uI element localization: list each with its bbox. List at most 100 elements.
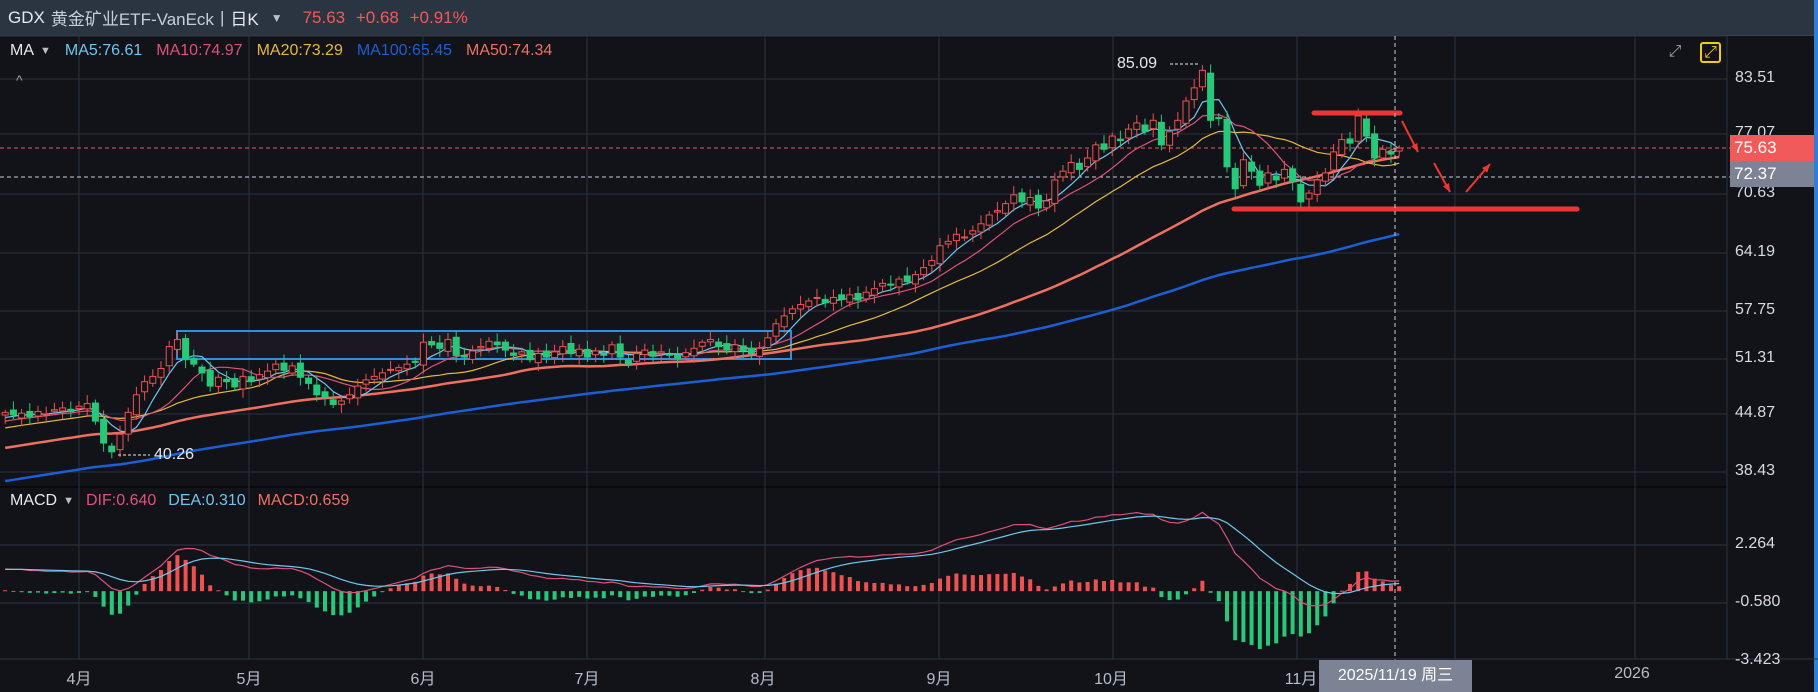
candle-up	[1125, 128, 1133, 139]
candle-down	[9, 409, 17, 416]
macd-bar-negative	[536, 591, 541, 600]
macd-bar-negative	[1249, 591, 1254, 645]
candle-up	[985, 214, 993, 226]
kline-chart[interactable]	[0, 0, 1818, 692]
macd-bar-negative	[1159, 591, 1164, 598]
candle-up	[419, 341, 427, 366]
macd-bar-positive	[888, 584, 893, 592]
candle-up	[141, 381, 149, 393]
candle-up	[993, 210, 1001, 213]
candle-down	[1272, 175, 1280, 181]
macd-bar-negative	[93, 591, 98, 597]
candle-up	[608, 344, 616, 355]
macd-bar-negative	[560, 591, 565, 598]
macd-tick: 2.264	[1735, 535, 1776, 552]
candle-up	[969, 230, 977, 235]
candle-down	[1215, 117, 1223, 120]
macd-tick: -0.580	[1735, 593, 1781, 610]
macd-bar-positive	[1044, 589, 1049, 592]
candle-down	[493, 341, 501, 346]
last-price-label: 75.63	[1730, 135, 1814, 161]
macd-bar-negative	[282, 591, 286, 597]
candle-down	[91, 402, 99, 422]
ma-dropdown-icon[interactable]: ▼	[40, 45, 51, 57]
macd-bar-positive	[216, 590, 221, 592]
candle-up	[1092, 144, 1100, 162]
macd-bar-positive	[11, 590, 16, 592]
price-tick: 64.19	[1735, 243, 1776, 260]
candle-up	[1239, 159, 1247, 187]
macd-bar-negative	[1266, 591, 1270, 646]
macd-bar-negative	[77, 591, 81, 593]
macd-bar-positive	[1036, 585, 1041, 592]
macd-bar-negative	[109, 591, 114, 615]
macd-bar-positive	[979, 575, 983, 592]
macd-bar-negative	[544, 591, 549, 601]
candle-up	[1010, 194, 1018, 204]
macd-bar-positive	[1052, 586, 1057, 592]
macd-bar-negative	[511, 591, 516, 594]
ma20-value: MA20:73.29	[256, 42, 343, 59]
candle-up	[444, 339, 452, 352]
macd-bar-negative	[339, 591, 344, 616]
price-tick: 51.31	[1735, 349, 1776, 366]
macd-bar-positive	[159, 570, 163, 592]
macd-bar-positive	[995, 574, 1000, 592]
candle-up	[1280, 168, 1288, 179]
candle-up	[149, 375, 157, 384]
macd-bar-positive	[733, 589, 737, 592]
macd-bar-positive	[741, 591, 746, 593]
month-label: 11月	[1284, 671, 1318, 688]
macd-bar-positive	[913, 586, 918, 592]
macd-bar-positive	[191, 566, 196, 592]
candle-up	[477, 346, 485, 349]
ma100-value: MA100:65.45	[356, 42, 453, 59]
ma-indicator-title[interactable]: MA	[10, 42, 34, 60]
ma5-line	[5, 98, 1400, 434]
fullscreen-icon[interactable]: ⤢	[1700, 42, 1721, 63]
macd-bar-negative	[273, 591, 278, 597]
candle-up	[928, 260, 936, 266]
macd-indicator-title[interactable]: MACD	[10, 492, 57, 510]
candle-up	[1305, 192, 1313, 200]
candle-up	[59, 407, 67, 412]
candle-up	[575, 348, 583, 357]
collapse-caret-icon[interactable]: ^	[16, 72, 23, 88]
macd-bar-negative	[19, 591, 24, 593]
macd-bar-positive	[839, 575, 844, 592]
macd-bar-positive	[1372, 578, 1377, 592]
macd-bar-negative	[585, 591, 590, 599]
candle-up	[944, 240, 952, 245]
candle-down	[280, 362, 288, 371]
month-label: 7月	[574, 671, 600, 688]
candle-down	[460, 354, 468, 358]
candle-up	[1166, 131, 1174, 146]
candle-down	[313, 384, 321, 396]
macd-bar-positive	[831, 572, 836, 592]
candle-down	[526, 349, 534, 361]
macd-bar-positive	[1126, 582, 1131, 592]
candle-down	[1141, 124, 1149, 133]
macd-bar-positive	[208, 585, 213, 592]
macd-bar-positive	[700, 589, 705, 592]
candle-down	[182, 338, 190, 361]
macd-bar-negative	[60, 591, 65, 593]
macd-bar-negative	[577, 591, 582, 597]
macd-bar-positive	[782, 577, 787, 592]
month-label: 9月	[926, 671, 952, 688]
macd-bar-negative	[642, 591, 647, 597]
candle-down	[1297, 183, 1305, 203]
macd-bar-negative	[134, 591, 139, 595]
macd-bar-negative	[675, 591, 680, 597]
macd-dropdown-icon[interactable]: ▼	[63, 495, 74, 507]
candle-down	[1034, 194, 1042, 209]
macd-bar-negative	[27, 591, 32, 593]
macd-bar-positive	[1151, 587, 1156, 592]
macd-bar-positive	[200, 574, 204, 592]
macd-bar-positive	[3, 590, 8, 592]
candle-down	[903, 275, 911, 283]
macd-bar-positive	[987, 574, 992, 592]
candle-down	[600, 353, 608, 356]
candle-up	[1313, 179, 1321, 195]
expand-arrows-icon[interactable]: ⤢	[1665, 42, 1685, 62]
